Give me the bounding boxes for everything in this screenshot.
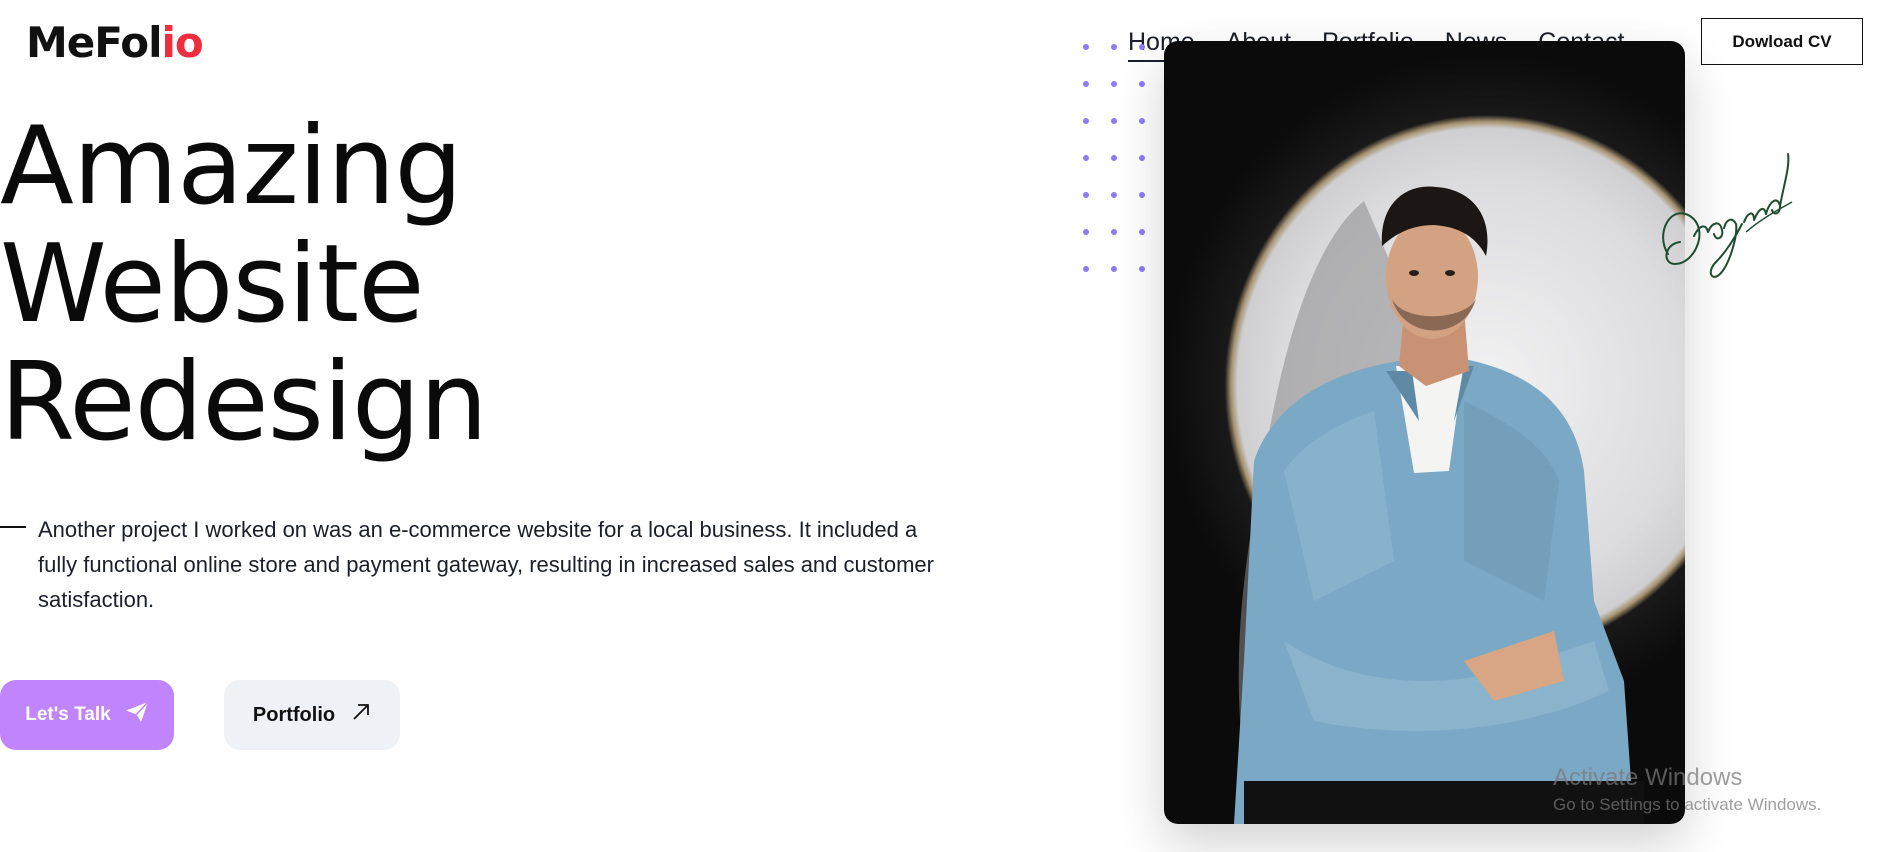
signature-image	[1650, 124, 1800, 288]
hero-title-line: Website	[0, 222, 425, 347]
download-cv-button[interactable]: Dowload CV	[1701, 18, 1863, 65]
hero-title-line: Redesign	[0, 340, 488, 465]
lets-talk-label: Let's Talk	[25, 704, 111, 725]
profile-photo	[1164, 41, 1685, 824]
logo-text-main: MeFol	[26, 18, 163, 67]
arrow-up-right-icon	[351, 702, 371, 728]
description-dash	[0, 526, 26, 528]
logo-text-accent: io	[161, 18, 204, 67]
activate-windows-watermark: Activate Windows Go to Settings to activ…	[1553, 763, 1821, 817]
decorative-dot-grid	[1083, 44, 1146, 272]
watermark-subtitle: Go to Settings to activate Windows.	[1553, 795, 1822, 814]
hero-title-line: Amazing	[0, 104, 463, 229]
portfolio-button-label: Portfolio	[252, 703, 336, 726]
paper-plane-icon	[125, 701, 149, 729]
hero-description: Another project I worked on was an e-com…	[38, 517, 934, 612]
logo[interactable]: MeFolio	[26, 18, 204, 68]
hero-title: Amazing Website Redesign	[0, 104, 488, 465]
lets-talk-button[interactable]: Let's Talk	[0, 680, 174, 750]
portfolio-button[interactable]: Portfolio	[224, 680, 400, 750]
watermark-title: Activate Windows	[1553, 764, 1743, 791]
